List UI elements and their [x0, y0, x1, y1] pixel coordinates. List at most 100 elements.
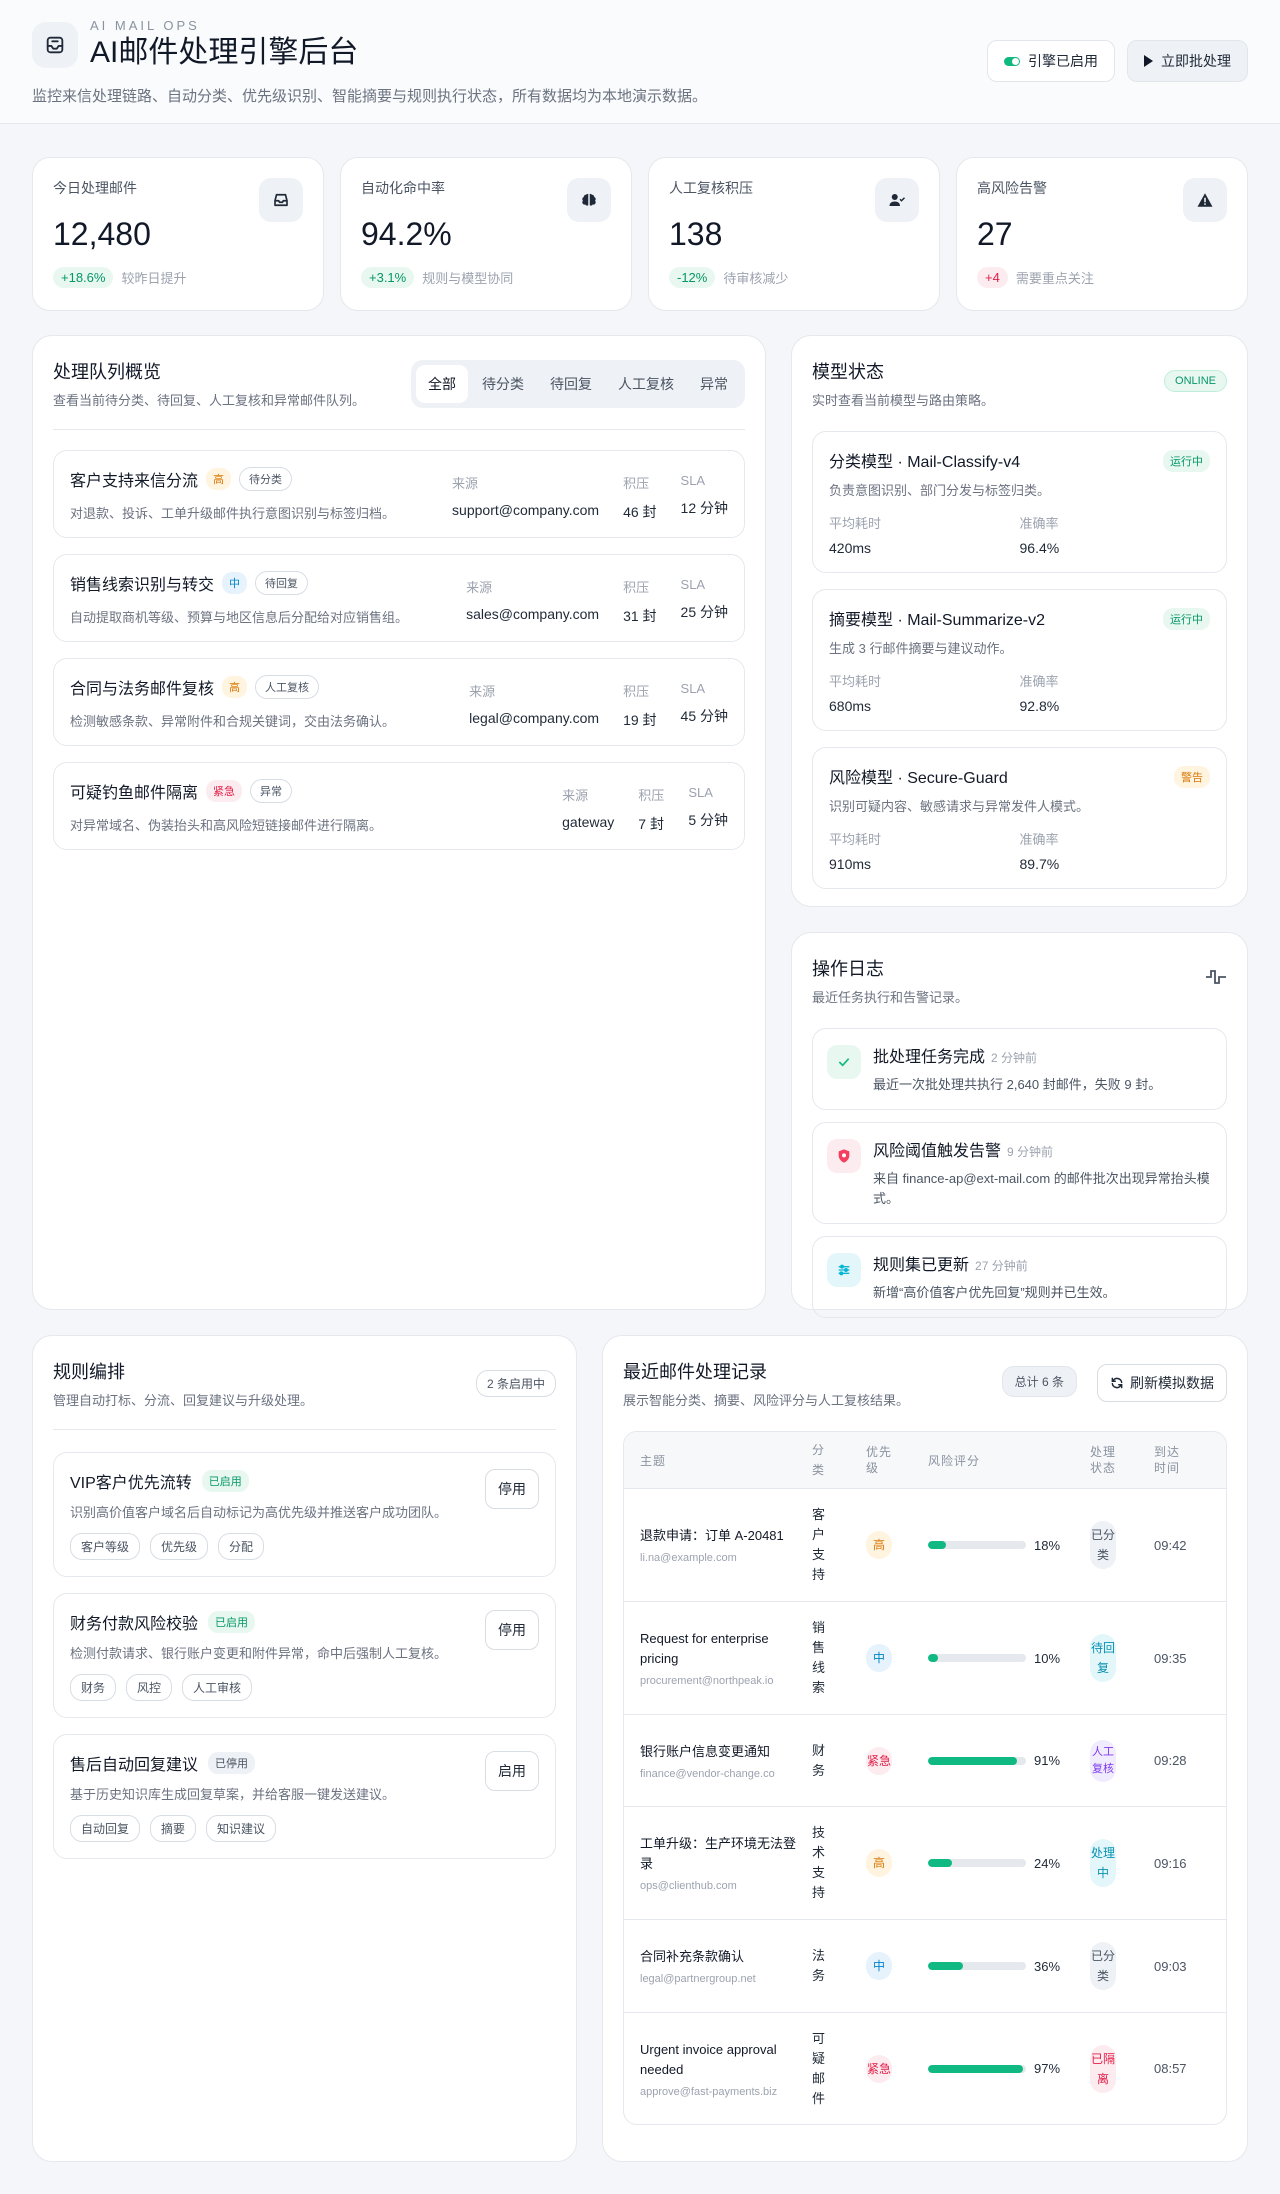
rule-state-badge: 已停用 [208, 1752, 256, 1774]
rule-card: 财务付款风险校验 已启用 检测付款请求、银行账户变更和附件异常，命中后强制人工复核… [53, 1593, 556, 1718]
play-icon [1144, 55, 1153, 67]
latency-value: 420ms [829, 540, 872, 556]
engine-toggle-button[interactable]: 引擎已启用 [987, 40, 1115, 82]
source-value: sales@company.com [466, 606, 600, 622]
table-row[interactable]: 工单升级：生产环境无法登录 ops@clienthub.com 技术支持 高 24… [624, 1806, 1226, 1919]
rule-name: 售后自动回复建议 [70, 1757, 199, 1774]
sla-value: 25 分钟 [680, 604, 728, 620]
backlog-label: 积压 [623, 684, 650, 699]
rule-toggle-button[interactable]: 停用 [485, 1469, 539, 1509]
model-desc: 识别可疑内容、敏感请求与异常发件人模式。 [829, 799, 1090, 814]
tab-reply[interactable]: 待回复 [538, 365, 604, 403]
stat-value: 94.2% [361, 216, 452, 252]
source-value: gateway [562, 814, 615, 830]
stat-value: 138 [669, 216, 723, 252]
arrival-time: 09:35 [1154, 1650, 1187, 1666]
engine-toggle-label: 引擎已启用 [1028, 53, 1098, 69]
backlog-label: 积压 [623, 476, 650, 491]
risk-value: 97% [1034, 2061, 1061, 2076]
stat-delta: -12% [669, 267, 716, 288]
priority-badge: 中 [222, 572, 248, 594]
refresh-label: 刷新模拟数据 [1130, 1375, 1214, 1391]
status-badge: 已分类 [1090, 1942, 1116, 1990]
risk-bar [928, 2064, 1026, 2073]
arrival-time: 09:03 [1154, 1958, 1187, 1974]
col-risk: 风险评分 [928, 1453, 981, 1468]
arrival-time: 08:57 [1154, 2061, 1187, 2076]
priority-badge: 中 [866, 1952, 892, 1980]
mail-category: 可疑邮件 [812, 2030, 826, 2106]
log-item: 规则集已更新 27 分钟前 新增“高价值客户优先回复”规则并已生效。 [812, 1236, 1227, 1318]
rule-toggle-button[interactable]: 启用 [485, 1751, 539, 1791]
mail-category: 销售线索 [812, 1620, 826, 1695]
log-time: 2 分钟前 [991, 1051, 1038, 1065]
queue-item-name: 客户支持来信分流 [70, 473, 199, 490]
rule-tag: 客户等级 [70, 1533, 141, 1560]
risk-value: 36% [1034, 1958, 1061, 1974]
status-badge: 待回复 [255, 571, 309, 595]
queue-panel: 处理队列概览 查看当前待分类、待回复、人工复核和异常邮件队列。 全部 待分类 待… [32, 335, 766, 1310]
tab-exception[interactable]: 异常 [688, 365, 740, 403]
stat-cards: 今日处理邮件 12,480 +18.6% 较昨日提升 自动化命中率 94.2% +… [32, 157, 1248, 311]
priority-badge: 高 [222, 676, 248, 698]
queue-item[interactable]: 合同与法务邮件复核 高 人工复核 检测敏感条款、异常附件和合规关键词，交由法务确… [53, 658, 745, 746]
risk-bar [928, 1962, 1026, 1970]
accuracy-label: 准确率 [1019, 832, 1059, 847]
rule-desc: 检测付款请求、银行账户变更和附件异常，命中后强制人工复核。 [70, 1646, 448, 1661]
model-status-badge: 警告 [1174, 766, 1210, 788]
queue-item[interactable]: 销售线索识别与转交 中 待回复 自动提取商机等级、预算与地区信息后分配给对应销售… [53, 554, 745, 642]
rule-tag: 自动回复 [70, 1815, 141, 1842]
log-text: 新增“高价值客户优先回复”规则并已生效。 [873, 1285, 1116, 1300]
backlog-label: 积压 [638, 788, 665, 803]
log-title: 批处理任务完成 [873, 1049, 986, 1066]
accuracy-label: 准确率 [1019, 674, 1059, 689]
table-row[interactable]: 退款申请：订单 A-20481 li.na@example.com 客户支持 高 … [624, 1488, 1226, 1601]
tab-classify[interactable]: 待分类 [470, 365, 536, 403]
log-item: 风险阈值触发告警 9 分钟前 来自 finance-ap@ext-mail.com… [812, 1122, 1227, 1224]
tab-review[interactable]: 人工复核 [606, 365, 686, 403]
tab-all[interactable]: 全部 [416, 365, 468, 403]
status-badge: 待回复 [1090, 1634, 1116, 1682]
risk-value: 18% [1034, 1537, 1061, 1553]
queue-item[interactable]: 可疑钓鱼邮件隔离 紧急 异常 对异常域名、伪装抬头和高风险短链接邮件进行隔离。 … [53, 762, 745, 850]
col-time: 到达时间 [1154, 1445, 1181, 1475]
header-actions: 引擎已启用 立即批处理 [987, 40, 1248, 82]
stat-card-alerts: 高风险告警 27 +4 需要重点关注 [956, 157, 1248, 311]
sla-label: SLA [680, 473, 706, 488]
table-header: 主题 分类 优先级 风险评分 处理状态 到达时间 [624, 1432, 1226, 1488]
sliders-icon [827, 1253, 861, 1287]
mail-category: 技术支持 [812, 1825, 826, 1900]
queue-item-name: 合同与法务邮件复核 [70, 681, 215, 698]
table-row[interactable]: 合同补充条款确认 legal@partnergroup.net 法务 中 36% … [624, 1919, 1226, 2012]
table-row[interactable]: Urgent invoice approval needed approve@fa… [624, 2012, 1226, 2124]
latency-value: 680ms [829, 698, 872, 714]
rule-tag: 分配 [218, 1533, 265, 1560]
col-priority: 优先级 [866, 1445, 893, 1475]
divider [53, 429, 745, 430]
table-row[interactable]: Request for enterprise pricing procuremen… [624, 1601, 1226, 1714]
queue-item[interactable]: 客户支持来信分流 高 待分类 对退款、投诉、工单升级邮件执行意图识别与标签归档。… [53, 450, 745, 538]
mail-sender: procurement@northpeak.io [640, 1675, 774, 1687]
inbox-icon [259, 178, 303, 222]
recent-mail-panel: 最近邮件处理记录 展示智能分类、摘要、风险评分与人工复核结果。 总计 6 条 刷… [602, 1335, 1248, 2162]
rule-toggle-button[interactable]: 停用 [485, 1610, 539, 1650]
table-row[interactable]: 银行账户信息变更通知 finance@vendor-change.co 财务 紧急… [624, 1714, 1226, 1806]
sla-value: 45 分钟 [680, 708, 728, 724]
stat-delta: +3.1% [361, 267, 415, 288]
stat-note: 需要重点关注 [1015, 271, 1094, 286]
stat-value: 27 [977, 216, 1013, 252]
refresh-button[interactable]: 刷新模拟数据 [1097, 1364, 1227, 1402]
log-text: 来自 finance-ap@ext-mail.com 的邮件批次出现异常抬头模式… [873, 1171, 1210, 1206]
priority-badge: 紧急 [866, 1746, 892, 1775]
model-status-badge: 运行中 [1163, 450, 1210, 472]
backlog-value: 46 封 [623, 504, 657, 520]
batch-process-button[interactable]: 立即批处理 [1127, 40, 1248, 82]
check-icon [827, 1045, 861, 1079]
stat-note: 较昨日提升 [121, 271, 187, 286]
source-value: support@company.com [452, 502, 600, 518]
arrival-time: 09:28 [1154, 1753, 1187, 1768]
backlog-value: 7 封 [638, 816, 664, 832]
model-name: 摘要模型 · Mail-Summarize-v2 [829, 612, 1046, 629]
activity-icon [1205, 969, 1227, 988]
stat-card-review: 人工复核积压 138 -12% 待审核减少 [648, 157, 940, 311]
